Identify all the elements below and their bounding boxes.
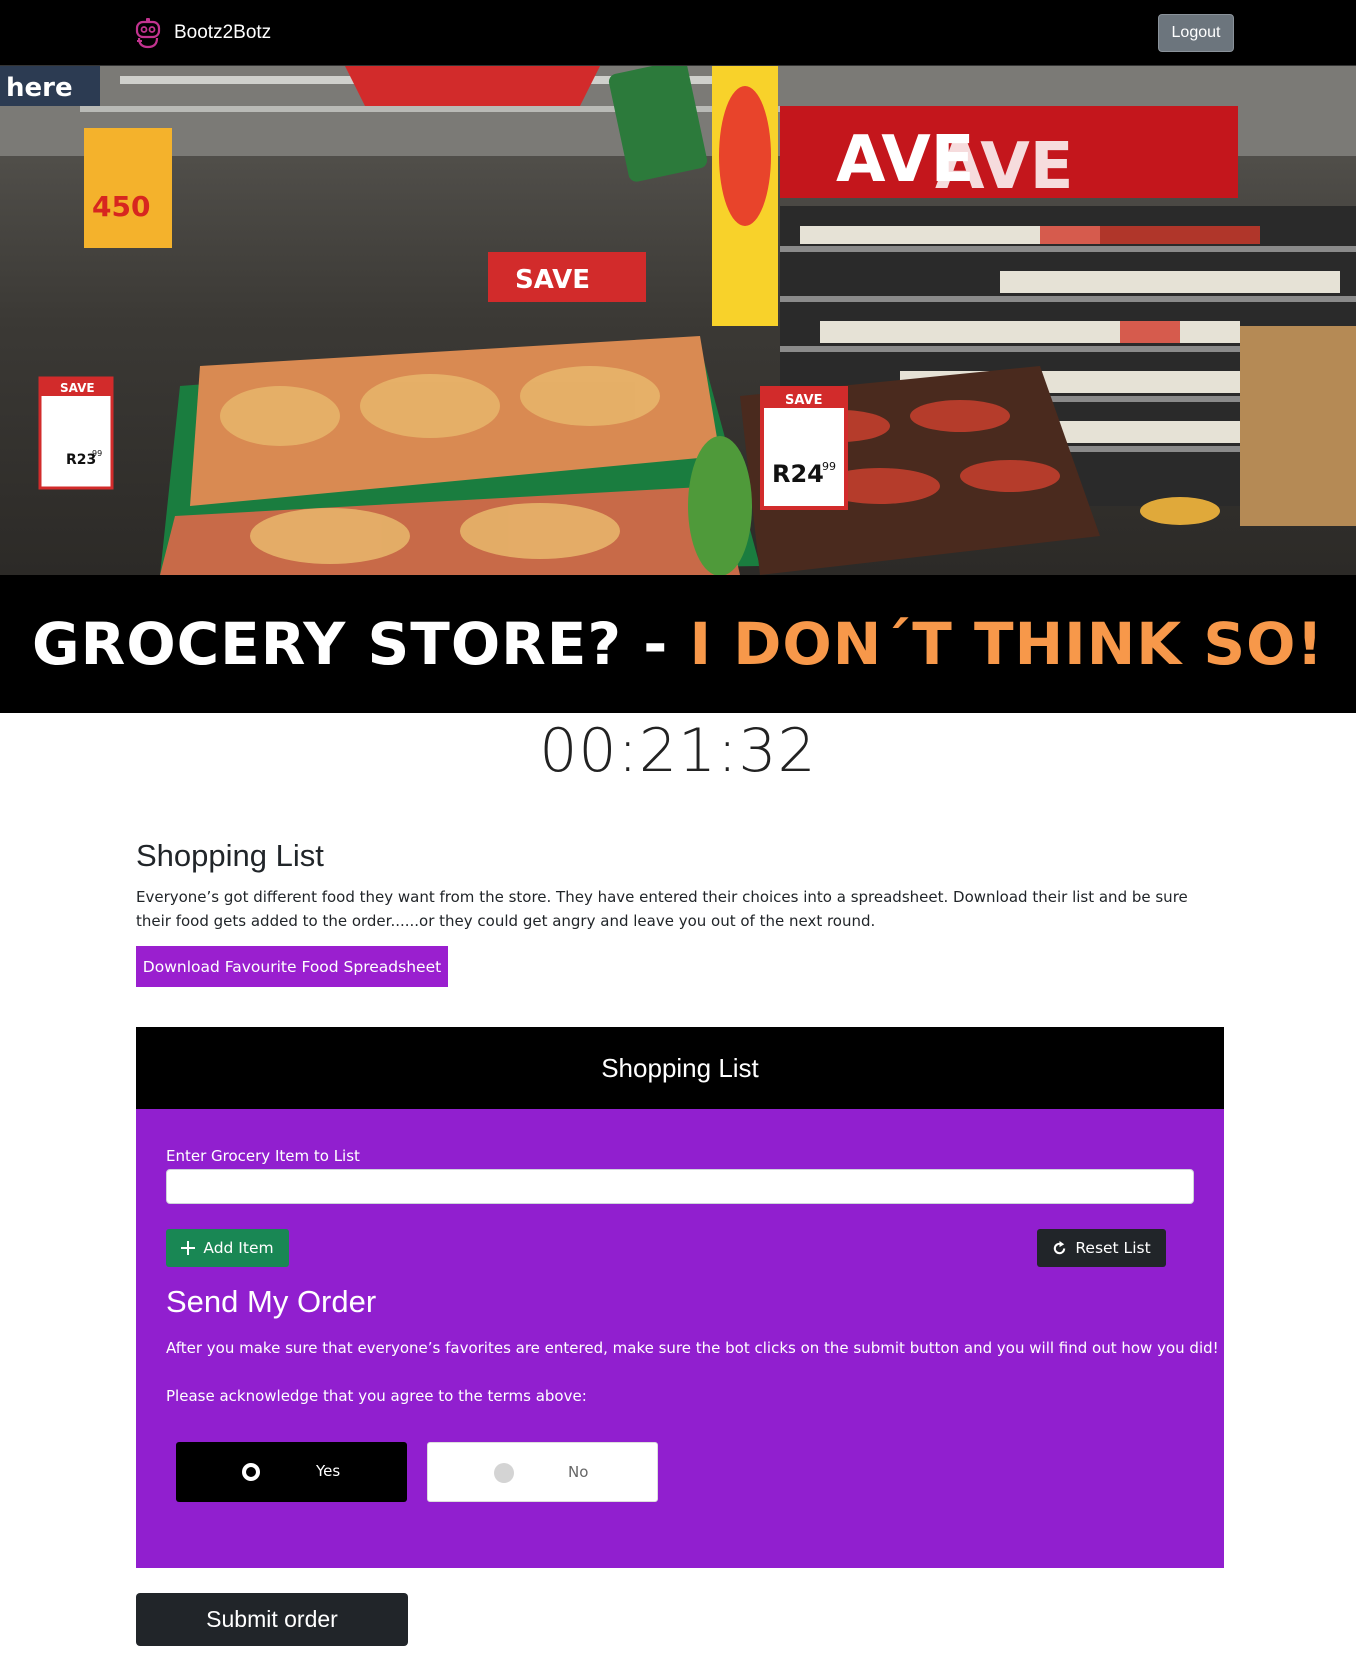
add-item-label: Add Item xyxy=(203,1239,274,1257)
shopping-list-card: Shopping List Enter Grocery Item to List… xyxy=(136,1027,1224,1568)
grocery-item-label: Enter Grocery Item to List xyxy=(166,1147,360,1165)
intro-text: Everyone’s got different food they want … xyxy=(136,888,1188,930)
reset-list-button[interactable]: Reset List xyxy=(1037,1229,1166,1267)
intro-section: Shopping List Everyone’s got different f… xyxy=(136,838,1224,933)
send-order-title: Send My Order xyxy=(166,1284,377,1319)
banner-title-orange: I DON´T THINK SO! xyxy=(689,610,1324,678)
yes-radio-icon[interactable] xyxy=(242,1463,260,1481)
no-label: No xyxy=(568,1463,589,1481)
grocery-item-input[interactable] xyxy=(166,1169,1194,1204)
svg-text:99: 99 xyxy=(92,449,102,458)
svg-text:SAVE: SAVE xyxy=(60,381,95,395)
no-option[interactable]: No xyxy=(427,1442,658,1502)
banner-title: GROCERY STORE? - I DON´T THINK SO! xyxy=(32,610,1324,678)
card-header: Shopping List xyxy=(136,1027,1224,1109)
hero-banner: GROCERY STORE? - I DON´T THINK SO! xyxy=(0,575,1356,713)
svg-text:SAVE: SAVE xyxy=(785,393,822,408)
svg-text:450: 450 xyxy=(92,190,150,223)
download-spreadsheet-button[interactable]: Download Favourite Food Spreadsheet xyxy=(136,946,448,987)
plus-icon xyxy=(181,1241,196,1255)
brand[interactable]: Bootz2Botz xyxy=(134,17,271,49)
svg-text:AVE: AVE xyxy=(935,130,1073,204)
yes-label: Yes xyxy=(316,1462,341,1480)
countdown-timer: 00:21:32 xyxy=(539,716,817,786)
grocery-store-photo: here 450 AVE AVE SAVE SAVE R23 99 SAVE R… xyxy=(0,66,1356,575)
robot-logo-icon xyxy=(135,18,161,49)
card-body: Enter Grocery Item to List Add Item Rese… xyxy=(136,1109,1224,1568)
intro-heading: Shopping List xyxy=(136,838,324,873)
submit-order-button[interactable]: Submit order xyxy=(136,1593,408,1646)
yes-option[interactable]: Yes xyxy=(176,1442,407,1502)
banner-title-white: GROCERY STORE? - xyxy=(32,610,690,678)
svg-text:R24: R24 xyxy=(772,460,824,488)
hero-image: here 450 AVE AVE SAVE SAVE R23 99 SAVE R… xyxy=(0,66,1356,575)
acknowledge-text: Please acknowledge that you agree to the… xyxy=(166,1387,587,1405)
reset-arrow-icon xyxy=(1054,1240,1066,1254)
logout-button[interactable]: Logout xyxy=(1158,14,1234,52)
no-radio-icon[interactable] xyxy=(494,1463,514,1483)
here-sign: here xyxy=(6,73,73,103)
brand-name: Bootz2Botz xyxy=(174,22,272,43)
navbar: Bootz2Botz Logout xyxy=(0,0,1356,66)
reset-list-label: Reset List xyxy=(1075,1239,1151,1257)
svg-text:SAVE: SAVE xyxy=(515,265,590,295)
send-order-description: After you make sure that everyone’s favo… xyxy=(166,1339,1219,1357)
svg-text:99: 99 xyxy=(822,460,836,473)
add-item-button[interactable]: Add Item xyxy=(166,1229,289,1267)
